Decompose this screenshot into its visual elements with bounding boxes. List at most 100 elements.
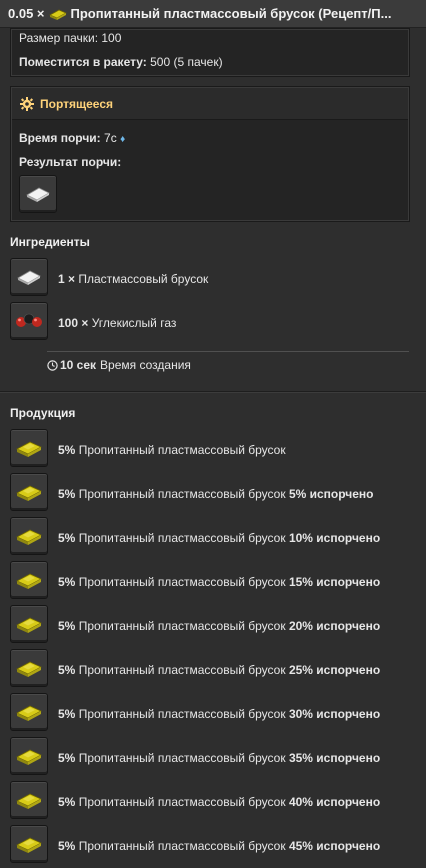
rocket-capacity-row: Поместится в ракету: 500 (5 пачек) — [19, 55, 223, 69]
product-slot[interactable] — [10, 429, 48, 467]
product-chance: 5% — [58, 443, 76, 457]
spoilable-header: Портящееся — [12, 88, 408, 120]
product-row: 5% Пропитанный пластмассовый брусок 45% … — [58, 839, 380, 853]
stack-info-panel: Размер пачки: 100 Поместится в ракету: 5… — [10, 28, 410, 77]
ingredient-slot-plastic-bar[interactable] — [10, 258, 48, 296]
product-slot[interactable] — [10, 649, 48, 687]
product-chance: 5% — [58, 839, 76, 853]
product-row: 5% Пропитанный пластмассовый брусок 5% и… — [58, 487, 374, 501]
product-row: 5% Пропитанный пластмассовый брусок 25% … — [58, 663, 380, 677]
ingredients-title: Ингредиенты — [10, 235, 90, 249]
spoil-time-row: Время порчи: 7с ♦ — [19, 131, 125, 145]
infused-plastic-bar-icon — [16, 529, 42, 545]
product-spoiled: 5% испорчено — [288, 487, 374, 501]
product-slot[interactable] — [10, 473, 48, 511]
plastic-bar-icon — [17, 270, 41, 285]
product-slot[interactable] — [10, 781, 48, 819]
title-text: Пропитанный пластмассовый брусок (Рецепт… — [70, 6, 392, 21]
product-row: 5% Пропитанный пластмассовый брусок — [58, 443, 286, 457]
product-spoiled: 25% испорчено — [288, 663, 381, 677]
ingredient-slot-carbon-dioxide[interactable] — [10, 302, 48, 340]
product-name: Пропитанный пластмассовый брусок — [78, 751, 286, 765]
stack-size-row: Размер пачки: 100 — [19, 31, 121, 45]
ingredient-row-plastic-bar: 1 × Пластмассовый брусок — [58, 272, 208, 286]
product-name: Пропитанный пластмассовый брусок — [78, 487, 286, 501]
spoilable-title: Портящееся — [40, 96, 113, 111]
product-row: 5% Пропитанный пластмассовый брусок 15% … — [58, 575, 380, 589]
stack-size-value: 100 — [101, 31, 122, 45]
spoil-time-value: 7с — [104, 131, 117, 145]
ingredient-name: Пластмассовый брусок — [78, 272, 209, 286]
title-amount: 0.05 × — [8, 6, 45, 21]
product-slot[interactable] — [10, 825, 48, 863]
infused-plastic-bar-icon — [16, 485, 42, 501]
products-title: Продукция — [10, 406, 76, 420]
plastic-bar-icon — [26, 187, 50, 202]
ingredient-amount: 1 × — [58, 272, 76, 286]
product-name: Пропитанный пластмассовый брусок — [78, 707, 286, 721]
product-row: 5% Пропитанный пластмассовый брусок 35% … — [58, 751, 380, 765]
spoil-result-slot[interactable] — [19, 175, 57, 213]
infused-plastic-bar-icon — [16, 793, 42, 809]
product-spoiled: 30% испорчено — [288, 707, 381, 721]
product-chance: 5% — [58, 487, 76, 501]
window-title: 0.05 × Пропитанный пластмассовый брусок … — [0, 0, 426, 28]
ingredient-name: Углекислый газ — [91, 316, 177, 330]
product-row: 5% Пропитанный пластмассовый брусок 40% … — [58, 795, 380, 809]
product-slot[interactable] — [10, 605, 48, 643]
infused-plastic-bar-icon — [16, 749, 42, 765]
crafting-time-row: 10 сек Время создания — [47, 358, 191, 372]
spoil-result-label: Результат порчи: — [19, 155, 122, 169]
product-name: Пропитанный пластмассовый брусок — [78, 839, 286, 853]
product-chance: 5% — [58, 575, 76, 589]
infused-plastic-bar-icon — [16, 705, 42, 721]
product-chance: 5% — [58, 619, 76, 633]
section-separator — [0, 391, 426, 393]
product-row: 5% Пропитанный пластмассовый брусок 20% … — [58, 619, 380, 633]
product-spoiled: 10% испорчено — [288, 531, 381, 545]
product-name: Пропитанный пластмассовый брусок — [78, 795, 286, 809]
infused-plastic-bar-icon — [16, 661, 42, 677]
rocket-capacity-value: 500 (5 пачек) — [150, 55, 223, 69]
product-row: 5% Пропитанный пластмассовый брусок 10% … — [58, 531, 380, 545]
product-slot[interactable] — [10, 693, 48, 731]
product-row: 5% Пропитанный пластмассовый брусок 30% … — [58, 707, 380, 721]
product-name: Пропитанный пластмассовый брусок — [78, 575, 286, 589]
product-slot[interactable] — [10, 517, 48, 555]
product-name: Пропитанный пластмассовый брусок — [78, 619, 286, 633]
product-chance: 5% — [58, 663, 76, 677]
product-slot[interactable] — [10, 561, 48, 599]
product-name: Пропитанный пластмассовый брусок — [78, 531, 286, 545]
product-spoiled: 45% испорчено — [288, 839, 381, 853]
product-name: Пропитанный пластмассовый брусок — [78, 443, 286, 457]
product-name: Пропитанный пластмассовый брусок — [78, 663, 286, 677]
product-chance: 5% — [58, 531, 76, 545]
product-chance: 5% — [58, 751, 76, 765]
crafting-time-value: 10 сек — [60, 358, 97, 372]
spoil-gear-icon — [20, 96, 34, 111]
product-chance: 5% — [58, 795, 76, 809]
infused-plastic-bar-icon — [16, 441, 42, 457]
spoilable-panel: Портящееся Время порчи: 7с ♦ Результат п… — [10, 86, 410, 222]
stack-size-label: Размер пачки: — [19, 31, 99, 45]
infused-plastic-bar-icon — [16, 617, 42, 633]
spoil-time-marker: ♦ — [120, 134, 126, 145]
spoil-result-row: Результат порчи: — [19, 155, 121, 169]
infused-plastic-bar-icon — [16, 573, 42, 589]
crafting-time-label: Время создания — [100, 358, 191, 372]
infused-plastic-bar-icon — [48, 9, 67, 20]
clock-icon — [47, 359, 58, 371]
product-spoiled: 15% испорчено — [288, 575, 381, 589]
recipe-tooltip: Размер пачки: 100 Поместится в ракету: 5… — [0, 28, 426, 868]
ingredient-row-carbon-dioxide: 100 × Углекислый газ — [58, 316, 176, 330]
product-chance: 5% — [58, 707, 76, 721]
product-slot[interactable] — [10, 737, 48, 775]
product-spoiled: 35% испорчено — [288, 751, 381, 765]
product-spoiled: 20% испорчено — [288, 619, 381, 633]
product-spoiled: 40% испорчено — [288, 795, 381, 809]
spoil-time-label: Время порчи: — [19, 131, 101, 145]
infused-plastic-bar-icon — [16, 837, 42, 853]
rocket-capacity-label: Поместится в ракету: — [19, 55, 147, 69]
carbon-dioxide-icon — [16, 313, 42, 327]
ingredients-divider — [47, 351, 409, 352]
